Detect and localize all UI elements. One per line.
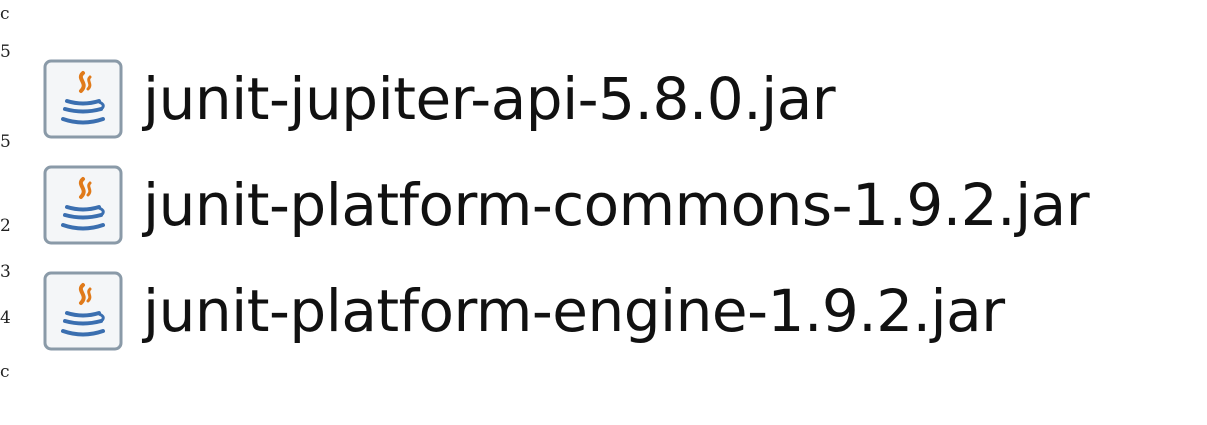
gutter-mark: c (0, 4, 10, 24)
left-gutter: c 5 5 2 3 4 c (0, 0, 14, 425)
gutter-mark: 5 (0, 42, 11, 62)
gutter-mark: 4 (0, 308, 11, 328)
gutter-mark: 3 (0, 262, 11, 282)
file-list: junit-jupiter-api-5.8.0.jar junit-platfo… (43, 56, 1163, 374)
gutter-mark: 2 (0, 216, 11, 236)
file-item[interactable]: junit-platform-commons-1.9.2.jar (43, 162, 1163, 268)
file-name: junit-platform-engine-1.9.2.jar (143, 277, 1005, 345)
java-jar-icon (43, 165, 123, 245)
file-name: junit-platform-commons-1.9.2.jar (143, 171, 1090, 239)
java-jar-icon (43, 59, 123, 139)
file-item[interactable]: junit-jupiter-api-5.8.0.jar (43, 56, 1163, 162)
file-name: junit-jupiter-api-5.8.0.jar (143, 65, 836, 133)
java-jar-icon (43, 271, 123, 351)
file-item[interactable]: junit-platform-engine-1.9.2.jar (43, 268, 1163, 374)
gutter-mark: 5 (0, 132, 11, 152)
gutter-mark: c (0, 362, 10, 382)
